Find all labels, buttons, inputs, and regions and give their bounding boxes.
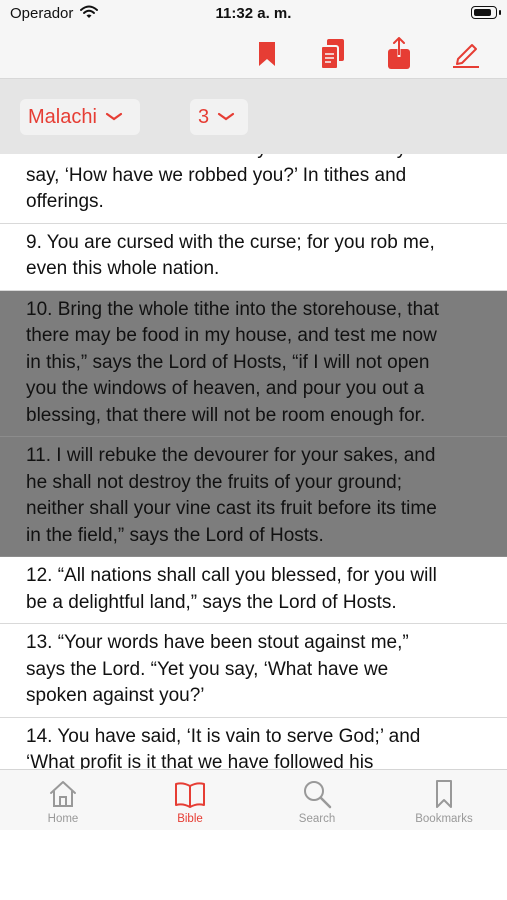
share-icon: [388, 37, 410, 69]
verse-text-line: 8. Will a man rob God? Yet you rob me! B…: [26, 154, 483, 163]
chapter-number: 3: [198, 105, 210, 128]
verse-text-line: there may be food in my house, and test …: [26, 325, 437, 346]
verse-13[interactable]: 13. “Your words have been stout against …: [0, 624, 507, 718]
battery-level: [474, 9, 492, 16]
verse-text-line: neither shall your vine cast its fruit b…: [26, 498, 437, 519]
battery-icon: [471, 6, 501, 19]
tab-label: Bible: [177, 813, 203, 825]
verse-text-line: be a delightful land,” says the Lord of …: [26, 591, 397, 613]
verse-text-line: offerings.: [26, 191, 104, 212]
verse-text-line: he shall not destroy the fruits of your …: [26, 471, 402, 493]
verse-14[interactable]: 14. You have said, ‘It is vain to serve …: [0, 718, 507, 770]
verse-10[interactable]: 10. Bring the whole tithe into the store…: [0, 290, 507, 437]
verse-text-line: 11. I will rebuke the devourer for your …: [26, 445, 436, 466]
tab-label: Search: [298, 813, 336, 825]
verse-text-line: 9. You are cursed with the curse; for yo…: [26, 231, 435, 253]
book-icon: [175, 782, 205, 808]
selector-bar: Malachi 3: [0, 79, 507, 154]
home-icon: [50, 781, 76, 807]
verse-text-line: in the field,” says the Lord of Hosts.: [26, 524, 324, 546]
tab-bar: Home Bible Search Bookmarks: [0, 769, 507, 830]
verse-9[interactable]: 9. You are cursed with the curse; for yo…: [0, 224, 507, 291]
toolbar: [0, 30, 507, 79]
tab-bible[interactable]: Bible: [135, 778, 245, 825]
book-selector[interactable]: Malachi: [20, 99, 140, 135]
chevron-down-icon: [218, 112, 235, 121]
copy-icon: [320, 39, 344, 70]
search-icon: [304, 781, 332, 809]
edit-icon: [453, 44, 479, 68]
app-screen: Operador 11:32 a. m. Malachi 3 say, ‘How…: [0, 0, 507, 830]
verse-text-line: 12. “All nations shall call you blessed,…: [26, 565, 437, 586]
bookmark-icon: [259, 42, 275, 66]
verse-text-line: you the windows of heaven, and pour you …: [26, 378, 425, 399]
tab-bookmarks[interactable]: Bookmarks: [389, 778, 499, 825]
chapter-selector[interactable]: 3: [190, 99, 248, 135]
chevron-down-icon: [105, 112, 123, 121]
edit-button[interactable]: [448, 36, 484, 72]
verse-text-line: blessing, that there will not be room en…: [26, 404, 426, 426]
verse-text-line: even this whole nation.: [26, 258, 220, 279]
verse-text-line: spoken against you?’: [26, 685, 205, 706]
book-name: Malachi: [28, 105, 97, 128]
verse-text-line: ‘What profit is it that we have followed…: [26, 752, 374, 769]
tab-label: Bookmarks: [415, 813, 473, 825]
bookmark-icon: [436, 780, 452, 808]
verse-text-line: 14. You have said, ‘It is vain to serve …: [26, 725, 421, 747]
bookmark-button[interactable]: [249, 36, 285, 72]
verse-text-line: 10. Bring the whole tithe into the store…: [26, 298, 439, 320]
verse-text-line: says the Lord. “Yet you say, ‘What have …: [26, 658, 389, 680]
copy-button[interactable]: [315, 36, 351, 72]
verse-11[interactable]: 11. I will rebuke the devourer for your …: [0, 437, 507, 557]
verse-text-line: 13. “Your words have been stout against …: [26, 632, 409, 653]
status-time: 11:32 a. m.: [215, 5, 292, 22]
verse-12[interactable]: 12. “All nations shall call you blessed,…: [0, 557, 507, 624]
status-bar: Operador 11:32 a. m.: [0, 0, 507, 30]
share-button[interactable]: [381, 36, 417, 72]
verse-list[interactable]: 8. Will a man rob God? Yet you rob me! B…: [0, 154, 507, 769]
tab-search[interactable]: Search: [262, 778, 372, 825]
tab-label: Home: [47, 813, 79, 825]
verse-text-line: in this,” says the Lord of Hosts, “if I …: [26, 351, 430, 373]
verse-8[interactable]: 8. Will a man rob God? Yet you rob me! B…: [0, 154, 507, 224]
tab-home[interactable]: Home: [8, 778, 118, 825]
verse-text-line: say, ‘How have we robbed you?’ In tithes…: [26, 164, 407, 186]
